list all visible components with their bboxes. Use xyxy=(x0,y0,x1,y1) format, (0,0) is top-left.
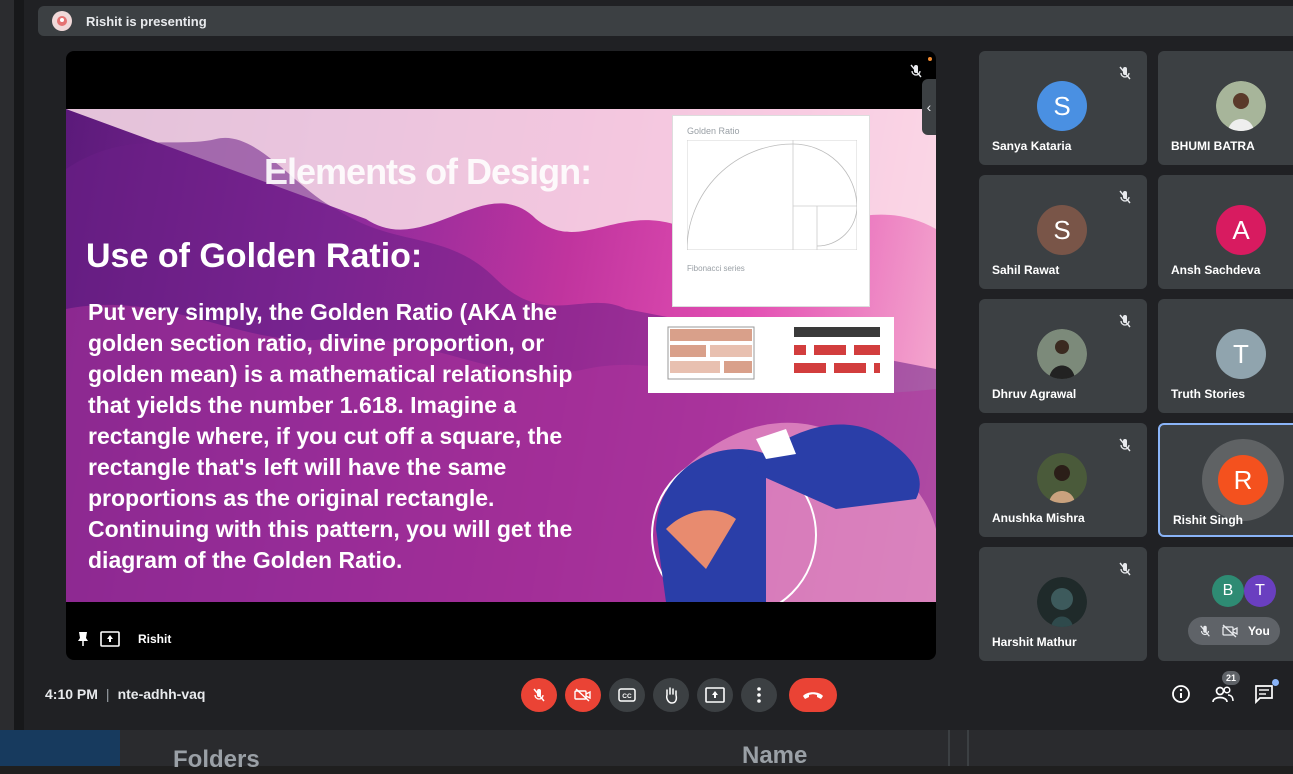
muted-mic-icon xyxy=(1119,66,1131,80)
present-screen-icon xyxy=(705,687,725,703)
participant-tile[interactable]: Harshit Mathur xyxy=(979,547,1147,661)
avatar xyxy=(1037,453,1087,503)
grid-examples xyxy=(648,317,894,393)
golden-ratio-label: Golden Ratio xyxy=(687,126,740,136)
screen: Folders Name Rishit is presenting Elemen… xyxy=(0,0,1293,773)
meeting-details-button[interactable] xyxy=(1168,681,1194,707)
participant-tile[interactable]: S Sahil Rawat xyxy=(979,175,1147,289)
participant-name: Truth Stories xyxy=(1171,387,1246,401)
end-call-icon xyxy=(803,692,823,699)
camera-toggle-button[interactable] xyxy=(565,678,601,712)
participant-tile[interactable]: S Sanya Kataria xyxy=(979,51,1147,165)
slide: Elements of Design: Use of Golden Ratio:… xyxy=(66,109,936,602)
participant-tile[interactable]: Anushka Mishra xyxy=(979,423,1147,537)
muted-mic-icon xyxy=(1200,625,1210,637)
chat-notification-dot xyxy=(1272,679,1279,686)
slide-heading: Use of Golden Ratio: xyxy=(86,237,423,275)
avatar xyxy=(1037,577,1087,627)
participant-name: Sahil Rawat xyxy=(992,263,1060,277)
participant-tile[interactable]: T Truth Stories xyxy=(1158,299,1293,413)
participant-tile-speaking[interactable]: R Rishit Singh xyxy=(1158,423,1293,537)
chat-button[interactable] xyxy=(1251,679,1279,707)
fibonacci-label: Fibonacci series xyxy=(687,264,745,273)
participant-tile[interactable]: Dhruv Agrawal xyxy=(979,299,1147,413)
camera-off-icon xyxy=(1222,624,1238,638)
golden-ratio-figure: Golden Ratio Fibonacci series xyxy=(672,115,870,307)
presentation-tile[interactable]: Elements of Design: Use of Golden Ratio:… xyxy=(66,51,936,660)
presenting-text: Rishit is presenting xyxy=(86,13,207,29)
meeting-code: nte-adhh-vaq xyxy=(117,686,206,702)
hand-icon xyxy=(666,687,678,704)
left-window-edge xyxy=(0,0,24,766)
participant-name: Sanya Kataria xyxy=(992,139,1072,153)
avatar xyxy=(1037,329,1087,379)
muted-mic-icon xyxy=(1119,190,1131,204)
muted-mic-icon xyxy=(910,64,922,78)
meet-window: Rishit is presenting Elements of Design:… xyxy=(24,0,1293,730)
present-screen-icon xyxy=(100,631,120,647)
avatar: S xyxy=(1037,205,1087,255)
self-tile[interactable]: B T You xyxy=(1158,547,1293,661)
background-folders-label: Folders xyxy=(173,746,260,773)
participant-tile[interactable]: BHUMI BATRA xyxy=(1158,51,1293,165)
camera-off-icon xyxy=(574,688,591,702)
participant-name: BHUMI BATRA xyxy=(1171,139,1255,153)
presence-dot xyxy=(928,57,932,61)
people-icon xyxy=(1212,686,1234,703)
avatar: R xyxy=(1218,455,1268,505)
participant-name: Harshit Mathur xyxy=(992,635,1077,649)
mini-avatar: T xyxy=(1244,575,1276,607)
info-icon xyxy=(1172,685,1190,703)
clock-time: 4:10 PM xyxy=(45,686,98,702)
pin-icon[interactable] xyxy=(76,631,90,647)
presenter-name: Rishit xyxy=(138,632,172,646)
more-vert-icon xyxy=(757,687,761,703)
mini-avatar: B xyxy=(1212,575,1244,607)
captions-button[interactable]: CC xyxy=(609,678,645,712)
muted-mic-icon xyxy=(1119,314,1131,328)
self-status-pill: You xyxy=(1188,617,1280,645)
raise-hand-button[interactable] xyxy=(653,678,689,712)
closed-captions-icon: CC xyxy=(618,688,636,702)
collapse-chevron-icon[interactable]: ‹ xyxy=(922,79,936,135)
participant-name: Anushka Mishra xyxy=(992,511,1085,525)
muted-mic-icon xyxy=(1119,562,1131,576)
avatar: S xyxy=(1037,81,1087,131)
muted-mic-icon xyxy=(1119,438,1131,452)
meeting-info: 4:10 PM | nte-adhh-vaq xyxy=(45,686,206,702)
people-button[interactable]: 21 xyxy=(1210,671,1240,707)
slide-title: Elements of Design: xyxy=(264,151,592,192)
participant-tile[interactable]: A Ansh Sachdeva xyxy=(1158,175,1293,289)
svg-text:CC: CC xyxy=(622,693,632,700)
presentation-footer: Rishit xyxy=(76,631,171,647)
mic-toggle-button[interactable] xyxy=(521,678,557,712)
avatar: A xyxy=(1216,205,1266,255)
avatar: T xyxy=(1216,329,1266,379)
participant-name: Ansh Sachdeva xyxy=(1171,263,1261,277)
present-now-button[interactable] xyxy=(697,678,733,712)
presenting-bar: Rishit is presenting xyxy=(38,6,1293,36)
more-options-button[interactable] xyxy=(741,678,777,712)
chat-icon xyxy=(1255,685,1273,704)
slide-body: Put very simply, the Golden Ratio (AKA t… xyxy=(88,299,573,573)
control-bar: 4:10 PM | nte-adhh-vaq CC 21 xyxy=(24,666,1293,726)
presenter-avatar xyxy=(52,11,72,31)
people-count-badge: 21 xyxy=(1222,671,1240,685)
participant-name: Dhruv Agrawal xyxy=(992,387,1077,401)
participant-name: Rishit Singh xyxy=(1173,513,1243,527)
self-label: You xyxy=(1248,624,1270,638)
mic-off-icon xyxy=(533,688,545,702)
leave-call-button[interactable] xyxy=(789,678,837,712)
avatar xyxy=(1216,81,1266,131)
